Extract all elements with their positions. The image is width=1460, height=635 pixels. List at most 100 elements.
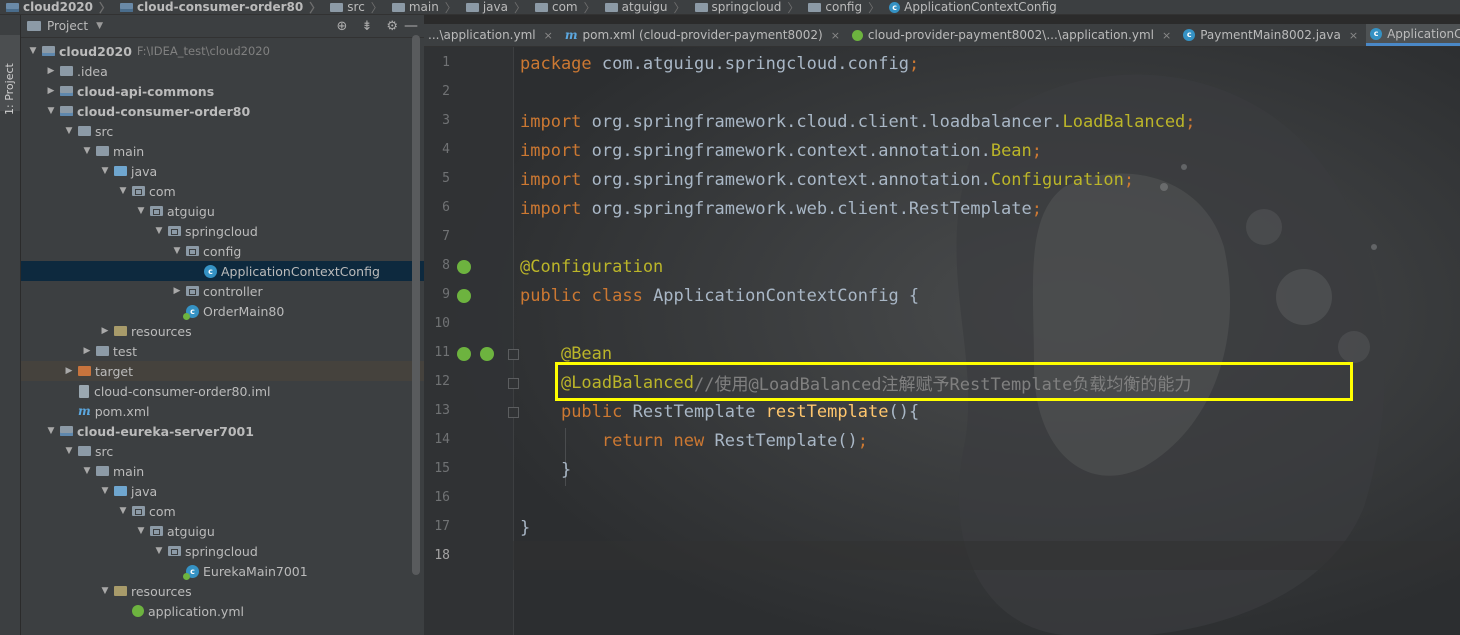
tree-item[interactable]: ▼ main xyxy=(21,461,424,481)
tree-item[interactable]: ▼ config xyxy=(21,241,424,261)
chevron-down-icon[interactable]: ▼ xyxy=(81,466,93,476)
tree-item[interactable]: application.yml xyxy=(21,601,424,621)
tree-item[interactable]: c ApplicationContextConfig xyxy=(21,261,424,281)
chevron-right-icon[interactable]: ▶ xyxy=(63,366,75,376)
chevron-down-icon[interactable]: ▼ xyxy=(45,106,57,116)
chevron-right-icon[interactable]: ▶ xyxy=(45,86,57,96)
breadcrumb-item[interactable]: java 〉 xyxy=(460,0,529,14)
editor-tab[interactable]: cloud-provider-payment8002\...\applicati… xyxy=(848,24,1179,46)
code-line[interactable]: } xyxy=(520,513,530,542)
code-line[interactable]: import org.springframework.cloud.client.… xyxy=(520,107,1196,136)
code-line[interactable]: } xyxy=(520,455,571,484)
chevron-down-icon[interactable]: ▼ xyxy=(171,246,183,256)
tree-item[interactable]: ▶ target xyxy=(21,361,424,381)
tree-item[interactable]: c OrderMain80 xyxy=(21,301,424,321)
breadcrumb-item[interactable]: atguigu 〉 xyxy=(599,0,689,14)
breadcrumb-item[interactable]: springcloud 〉 xyxy=(689,0,803,14)
tree-item[interactable]: ▼ cloud-eureka-server7001 xyxy=(21,421,424,441)
spring-class-icon[interactable] xyxy=(457,289,471,303)
breadcrumb-item[interactable]: src 〉 xyxy=(324,0,386,14)
tree-item[interactable]: ▼ main xyxy=(21,141,424,161)
navigate-icon[interactable] xyxy=(457,347,471,361)
chevron-down-icon[interactable]: ▼ xyxy=(81,146,93,156)
chevron-right-icon[interactable]: ▶ xyxy=(171,286,183,296)
breadcrumb-item[interactable]: c ApplicationContextConfig xyxy=(883,0,1060,14)
tree-item[interactable]: ▶ controller xyxy=(21,281,424,301)
fold-marker-icon[interactable] xyxy=(508,407,519,418)
code-line[interactable]: import org.springframework.web.client.Re… xyxy=(520,194,1042,223)
chevron-right-icon[interactable]: ▶ xyxy=(81,346,93,356)
collapse-all-icon[interactable]: ⇟ xyxy=(361,19,372,34)
editor-tab[interactable]: ...\application.yml × xyxy=(424,24,561,46)
spring-bean-icon[interactable] xyxy=(480,347,494,361)
code-line[interactable]: import org.springframework.context.annot… xyxy=(520,136,1042,165)
tree-item[interactable]: ▼ cloud2020 F:\IDEA_test\cloud2020 xyxy=(21,41,424,61)
tree-item[interactable]: ▶ resources xyxy=(21,321,424,341)
tree-item[interactable]: c EurekaMain7001 xyxy=(21,561,424,581)
tree-item[interactable]: ▼ resources xyxy=(21,581,424,601)
tree-item[interactable]: ▼ java xyxy=(21,481,424,501)
chevron-down-icon[interactable]: ▼ xyxy=(153,546,165,556)
chevron-down-icon[interactable]: ▼ xyxy=(63,126,75,136)
breadcrumb-item[interactable]: config 〉 xyxy=(802,0,883,14)
project-view-selector[interactable]: Project ▼ xyxy=(27,19,103,33)
code-editor[interactable]: 1 2 3 4 5 6 7 8 9 10 11 12 13 14 15 16 17 18 package com.… xyxy=(424,47,1460,635)
tree-item[interactable]: ▶ cloud-api-commons xyxy=(21,81,424,101)
tree-item[interactable]: ▼ atguigu xyxy=(21,521,424,541)
breadcrumb-item[interactable]: cloud-consumer-order80 〉 xyxy=(114,0,324,14)
tree-item[interactable]: ▼ src xyxy=(21,441,424,461)
editor-tab[interactable]: c ApplicationCon xyxy=(1366,24,1460,46)
hide-panel-icon[interactable]: — xyxy=(404,18,418,34)
editor-tab[interactable]: c PaymentMain8002.java × xyxy=(1179,24,1366,46)
fold-marker-icon[interactable] xyxy=(508,349,519,360)
tree-item[interactable]: ▼ cloud-consumer-order80 xyxy=(21,101,424,121)
tree-item[interactable]: m pom.xml xyxy=(21,401,424,421)
tree-item[interactable]: ▶ .idea xyxy=(21,61,424,81)
breadcrumb-item[interactable]: main 〉 xyxy=(386,0,460,14)
code-line[interactable]: public RestTemplate restTemplate(){ xyxy=(520,397,919,426)
chevron-down-icon[interactable]: ▼ xyxy=(135,526,147,536)
chevron-down-icon[interactable]: ▼ xyxy=(99,486,111,496)
spring-bean-icon[interactable] xyxy=(457,260,471,274)
chevron-down-icon[interactable]: ▼ xyxy=(153,226,165,236)
chevron-right-icon[interactable]: ▶ xyxy=(99,326,111,336)
chevron-right-icon[interactable]: ▶ xyxy=(45,66,57,76)
chevron-down-icon[interactable]: ▼ xyxy=(117,506,129,516)
line-number: 1 xyxy=(442,55,450,70)
chevron-down-icon[interactable]: ▼ xyxy=(135,206,147,216)
tree-item[interactable]: ▶ test xyxy=(21,341,424,361)
close-icon[interactable]: × xyxy=(831,29,840,42)
project-tool-tab[interactable]: 1: Project xyxy=(0,35,20,115)
code-line[interactable]: return new RestTemplate(); xyxy=(520,426,868,455)
locate-icon[interactable]: ⊕ xyxy=(337,19,348,34)
close-icon[interactable]: × xyxy=(1162,29,1171,42)
close-icon[interactable]: × xyxy=(544,29,553,42)
chevron-down-icon[interactable]: ▼ xyxy=(117,186,129,196)
project-scrollbar[interactable] xyxy=(412,35,420,575)
tree-item[interactable]: ▼ atguigu xyxy=(21,201,424,221)
chevron-down-icon[interactable]: ▼ xyxy=(27,46,39,56)
code-line[interactable]: @Configuration xyxy=(520,252,663,281)
close-icon[interactable]: × xyxy=(1349,29,1358,42)
tree-item[interactable]: ▼ springcloud xyxy=(21,541,424,561)
code-line[interactable]: public class ApplicationContextConfig { xyxy=(520,281,919,310)
tree-item[interactable]: ▼ com xyxy=(21,501,424,521)
chevron-down-icon[interactable]: ▼ xyxy=(45,426,57,436)
gear-icon[interactable]: ⚙ xyxy=(386,19,398,34)
fold-marker-icon[interactable] xyxy=(508,378,519,389)
code-line[interactable]: import org.springframework.context.annot… xyxy=(520,165,1134,194)
code-line[interactable]: package com.atguigu.springcloud.config; xyxy=(520,49,919,78)
tree-item[interactable]: ▼ com xyxy=(21,181,424,201)
breadcrumb-item[interactable]: cloud2020 〉 xyxy=(0,0,114,14)
tree-item[interactable]: ▼ src xyxy=(21,121,424,141)
folder-icon xyxy=(465,2,479,12)
module-folder-icon xyxy=(60,86,73,96)
editor-tab[interactable]: m pom.xml (cloud-provider-payment8002) × xyxy=(561,24,848,46)
breadcrumb-item[interactable]: com 〉 xyxy=(529,0,599,14)
chevron-down-icon[interactable]: ▼ xyxy=(63,446,75,456)
tree-item[interactable]: ▼ springcloud xyxy=(21,221,424,241)
chevron-down-icon[interactable]: ▼ xyxy=(99,166,111,176)
chevron-down-icon[interactable]: ▼ xyxy=(99,586,111,596)
tree-item[interactable]: ▼ java xyxy=(21,161,424,181)
tree-item[interactable]: cloud-consumer-order80.iml xyxy=(21,381,424,401)
